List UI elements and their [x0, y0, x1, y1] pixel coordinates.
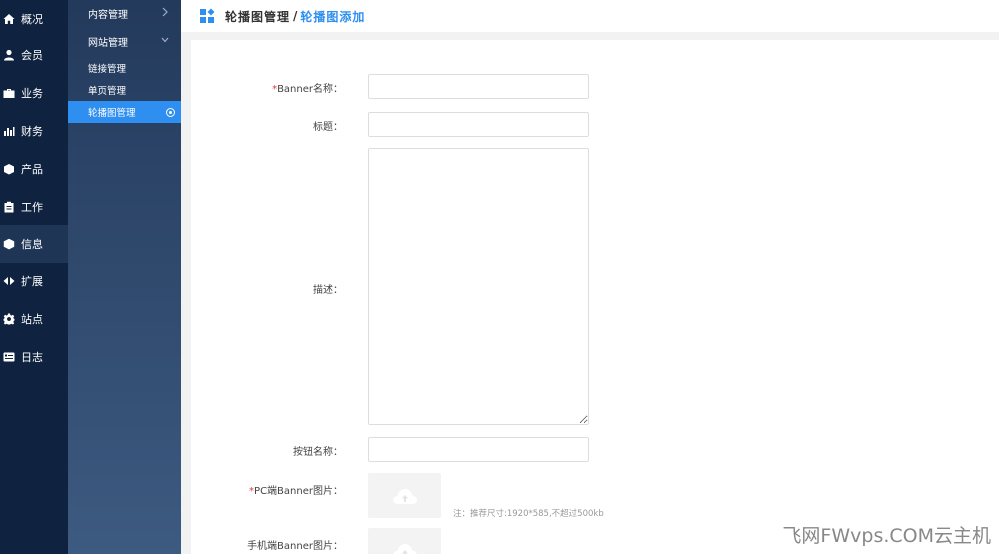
mobile-image-label: 手机端Banner图片：	[247, 541, 343, 552]
chevron-right-icon	[161, 7, 169, 17]
sub-nav-item-label: 链接管理	[88, 64, 127, 75]
banner-name-label: *Banner名称：	[272, 84, 343, 95]
box-icon	[3, 163, 15, 175]
form-panel: *Banner名称： 标题： 描述： 按钮名称： *PC端Banner图片： 注…	[191, 40, 999, 554]
main-nav-label: 日志	[21, 351, 43, 364]
breadcrumb-separator: /	[293, 9, 298, 23]
expand-arrows-icon	[3, 275, 15, 287]
main-nav-item-member[interactable]: 会员	[0, 36, 68, 74]
button-name-input[interactable]	[368, 437, 589, 462]
sub-nav-group-label: 内容管理	[88, 9, 128, 21]
main-nav-label: 会员	[21, 49, 43, 62]
chevron-down-icon	[161, 35, 169, 45]
pc-image-label: *PC端Banner图片：	[249, 486, 343, 497]
description-label: 描述：	[313, 285, 343, 296]
main-nav-item-business[interactable]: 业务	[0, 74, 68, 112]
main-nav-item-work[interactable]: 工作	[0, 188, 68, 226]
gear-icon	[3, 313, 15, 325]
bar-chart-icon	[3, 125, 15, 137]
cloud-upload-icon	[392, 543, 417, 554]
title-input[interactable]	[368, 112, 589, 137]
clipboard-icon	[3, 201, 15, 213]
main-nav-label: 站点	[21, 313, 43, 326]
main-nav-label: 信息	[21, 238, 43, 251]
sub-nav-group-label: 网站管理	[88, 37, 128, 49]
dashboard-grid-icon	[199, 8, 215, 24]
cube-icon	[3, 238, 15, 250]
main-nav: 概况 会员 业务 财务 产品 工作 信息 扩展 站点 日志	[0, 0, 68, 554]
main-nav-item-finance[interactable]: 财务	[0, 112, 68, 150]
watermark: 飞网FWvps.COM云主机	[782, 525, 991, 547]
main-nav-label: 概况	[21, 13, 43, 26]
sub-nav-group-content[interactable]: 内容管理	[68, 0, 181, 26]
breadcrumb-parent[interactable]: 轮播图管理	[225, 8, 290, 25]
title-label: 标题：	[313, 122, 343, 133]
main-nav-label: 业务	[21, 87, 43, 100]
banner-name-input[interactable]	[368, 74, 589, 99]
sub-nav-item-carousel[interactable]: 轮播图管理	[68, 101, 181, 123]
sub-nav-item-links[interactable]: 链接管理	[68, 57, 181, 79]
sub-nav-group-site[interactable]: 网站管理	[68, 28, 181, 54]
main-nav-label: 工作	[21, 201, 43, 214]
log-card-icon	[3, 351, 15, 363]
cloud-upload-icon	[392, 488, 417, 504]
main-nav-item-product[interactable]: 产品	[0, 150, 68, 188]
sub-nav: 内容管理 网站管理 链接管理 单页管理 轮播图管理	[68, 0, 181, 554]
main-nav-label: 产品	[21, 163, 43, 176]
user-icon	[3, 49, 15, 61]
briefcase-icon	[3, 87, 15, 99]
sub-nav-item-label: 轮播图管理	[88, 108, 136, 119]
sub-nav-item-single-page[interactable]: 单页管理	[68, 79, 181, 101]
main-nav-item-log[interactable]: 日志	[0, 338, 68, 376]
pc-image-hint: 注：推荐尺寸:1920*585,不超过500kb	[453, 509, 604, 519]
main-nav-item-overview[interactable]: 概况	[0, 0, 68, 38]
sub-nav-item-label: 单页管理	[88, 86, 127, 97]
main-nav-item-extend[interactable]: 扩展	[0, 262, 68, 300]
breadcrumb-current: 轮播图添加	[300, 9, 366, 24]
main-nav-item-site[interactable]: 站点	[0, 300, 68, 338]
button-name-label: 按钮名称：	[293, 447, 343, 458]
description-textarea[interactable]	[368, 148, 589, 425]
main-nav-label: 财务	[21, 125, 43, 138]
home-icon	[3, 13, 15, 25]
main-nav-label: 扩展	[21, 275, 43, 288]
page-header: 轮播图管理 / 轮播图添加	[181, 0, 999, 32]
radio-selected-icon	[166, 108, 175, 117]
main-nav-item-info[interactable]: 信息	[0, 225, 68, 263]
mobile-image-upload-button[interactable]	[368, 528, 441, 554]
pc-image-upload-button[interactable]	[368, 473, 441, 518]
